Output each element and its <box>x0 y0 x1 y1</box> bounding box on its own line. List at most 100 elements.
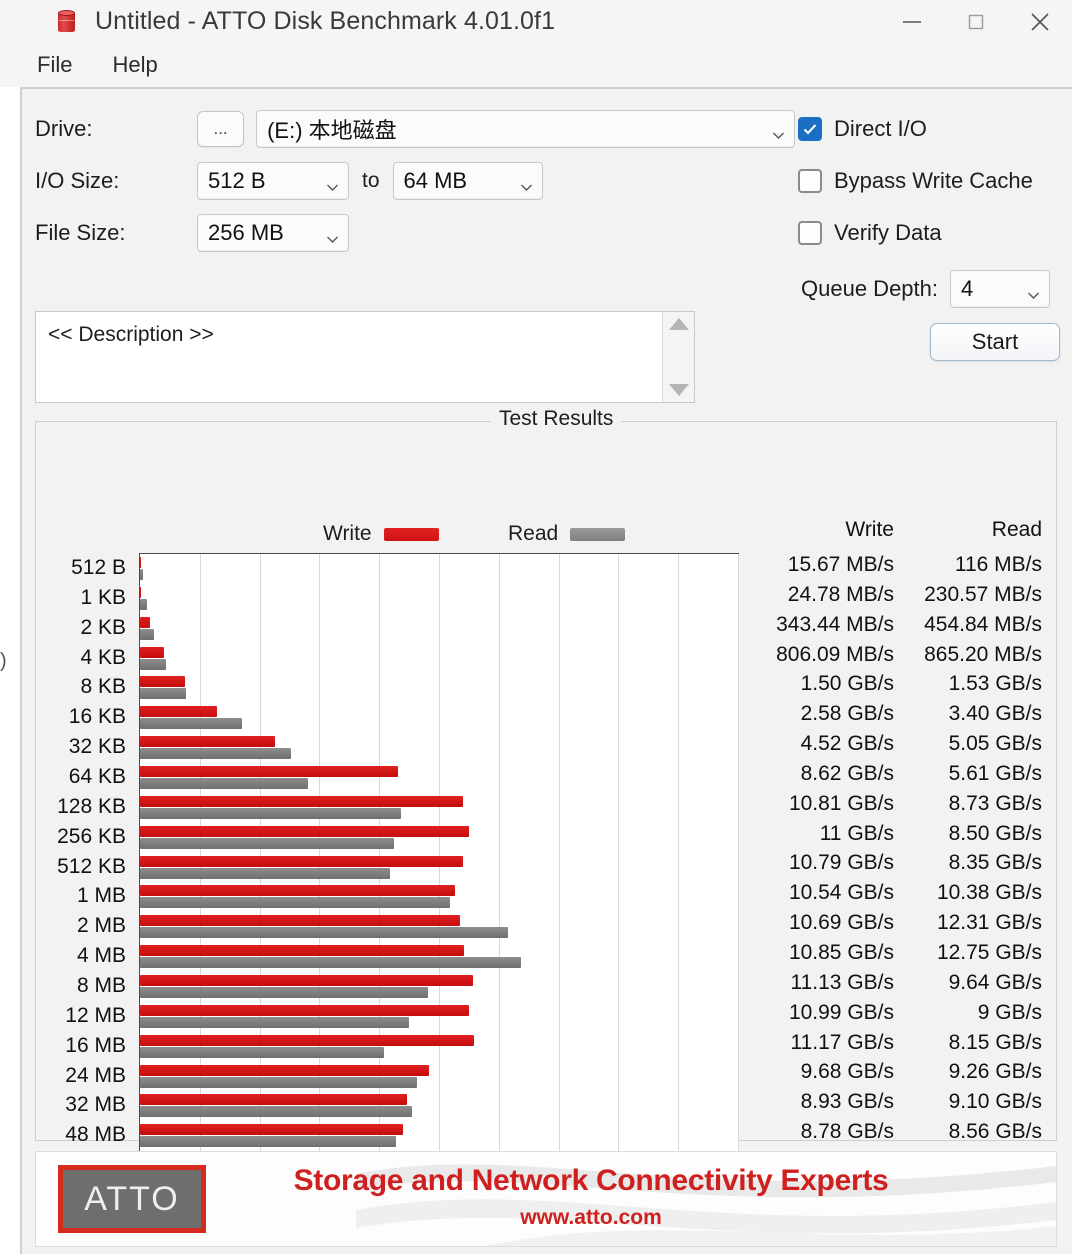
window-titlebar: Untitled - ATTO Disk Benchmark 4.01.0f1 <box>0 0 1072 43</box>
results-write-value: 9.68 GB/s <box>800 1060 894 1084</box>
file-size-label: File Size: <box>35 220 126 245</box>
table-row: 11.13 GB/s 9.64 GB/s <box>746 968 1046 998</box>
chart-bar-write <box>140 1094 407 1106</box>
results-read-header: Read <box>991 518 1042 541</box>
menu-item-file[interactable]: File <box>33 50 76 80</box>
legend-read-swatch <box>570 527 626 541</box>
atto-logo: ATTO <box>58 1165 206 1233</box>
close-button[interactable] <box>1008 0 1072 43</box>
table-row: 10.79 GB/s 8.35 GB/s <box>746 848 1046 878</box>
bypass-write-cache-row[interactable]: Bypass Write Cache <box>798 155 1050 207</box>
chart-bar-read <box>140 778 308 789</box>
start-button[interactable]: Start <box>930 323 1060 361</box>
results-read-value: 9 GB/s <box>977 1000 1042 1024</box>
banner-url: www.atto.com <box>520 1206 662 1229</box>
chart-gridline <box>498 554 500 1181</box>
io-size-row: I/O Size: 512 B to 64 MB <box>35 155 795 207</box>
results-write-value: 10.99 GB/s <box>788 1000 894 1024</box>
chart-bar-read <box>140 1016 410 1028</box>
description-text[interactable]: << Description >> <box>36 312 662 402</box>
menu-item-help[interactable]: Help <box>108 50 161 80</box>
chart-bar-write <box>140 676 185 688</box>
table-row: 806.09 MB/s 865.20 MB/s <box>746 640 1046 670</box>
scroll-up-icon[interactable] <box>668 318 689 330</box>
table-row: 10.85 GB/s 12.75 GB/s <box>746 938 1046 968</box>
chart-gridline <box>439 554 440 1181</box>
chart-bar-read <box>140 1136 396 1148</box>
io-size-label: I/O Size: <box>35 168 120 193</box>
results-read-value: 116 MB/s <box>954 553 1042 576</box>
chart-bar-write <box>140 557 142 568</box>
file-size-select[interactable]: 256 MB <box>197 214 349 252</box>
table-row: 10.69 GB/s 12.31 GB/s <box>746 908 1046 938</box>
description-scrollbar[interactable] <box>662 312 694 402</box>
results-write-value: 11 GB/s <box>819 821 894 845</box>
scroll-down-icon[interactable] <box>668 384 689 396</box>
transfer-rate-chart <box>139 553 739 1182</box>
results-read-value: 8.15 GB/s <box>948 1030 1042 1054</box>
chevron-down-icon <box>1027 282 1040 299</box>
chart-bar-write <box>140 646 165 658</box>
queue-depth-select[interactable]: 4 <box>950 270 1050 308</box>
results-write-value: 11.13 GB/s <box>790 970 894 994</box>
chart-y-tick-label: 8 MB <box>76 974 126 997</box>
results-read-value: 9.10 GB/s <box>948 1090 1042 1114</box>
chart-y-tick-label: 512 KB <box>57 854 126 878</box>
results-read-value: 5.61 GB/s <box>948 761 1042 785</box>
results-write-value: 10.85 GB/s <box>788 940 894 964</box>
chart-bar-read <box>140 1106 413 1118</box>
file-size-row: File Size: 256 MB <box>35 207 795 259</box>
description-field[interactable]: << Description >> <box>35 311 695 403</box>
results-write-value: 24.78 MB/s <box>787 582 894 606</box>
results-write-value: 343.44 MB/s <box>776 612 894 636</box>
maximize-button[interactable] <box>944 0 1008 43</box>
io-size-to-select[interactable]: 64 MB <box>392 162 543 200</box>
minimize-button[interactable] <box>880 0 944 43</box>
atto-logo-text: ATTO <box>84 1179 180 1218</box>
results-write-value: 806.09 MB/s <box>776 642 894 666</box>
chart-y-tick-label: 32 KB <box>68 735 126 759</box>
direct-io-checkbox[interactable] <box>798 117 822 141</box>
legend-read-label: Read <box>508 522 559 545</box>
table-row: 8.93 GB/s 9.10 GB/s <box>746 1087 1046 1117</box>
atto-disk-benchmark-window: Untitled - ATTO Disk Benchmark 4.01.0f1 … <box>0 0 1072 1254</box>
chart-bar-read <box>140 867 390 879</box>
io-size-from-select[interactable]: 512 B <box>197 162 349 200</box>
chart-gridline <box>738 554 739 1181</box>
chart-bar-read <box>140 598 147 610</box>
results-read-value: 865.20 MB/s <box>924 642 1042 666</box>
test-results-title: Test Results <box>491 407 622 431</box>
results-read-value: 8.73 GB/s <box>948 791 1042 815</box>
bypass-write-cache-checkbox[interactable] <box>798 169 822 193</box>
banner-tagline: Storage and Network Connectivity Experts <box>293 1164 889 1197</box>
chart-bar-write <box>140 736 276 748</box>
chart-gridline <box>618 554 620 1181</box>
direct-io-label: Direct I/O <box>834 116 927 141</box>
results-write-value: 4.52 GB/s <box>800 732 894 756</box>
results-read-value: 12.75 GB/s <box>936 940 1042 964</box>
chart-y-tick-label: 64 KB <box>68 765 126 788</box>
table-row: 11 GB/s 8.50 GB/s <box>746 819 1046 849</box>
chart-bar-write <box>140 586 142 598</box>
queue-depth-value: 4 <box>961 276 974 301</box>
chart-bar-write <box>140 855 463 867</box>
results-write-value: 8.93 GB/s <box>800 1090 894 1114</box>
chart-bar-read <box>140 569 144 580</box>
table-row: 8.78 GB/s 8.56 GB/s <box>746 1117 1046 1147</box>
verify-data-row[interactable]: Verify Data <box>798 207 1050 259</box>
chevron-down-icon <box>326 226 339 243</box>
results-read-value: 3.40 GB/s <box>948 702 1042 726</box>
drive-select[interactable]: (E:) 本地磁盘 <box>256 110 795 148</box>
direct-io-row[interactable]: Direct I/O <box>798 103 1050 155</box>
verify-data-checkbox[interactable] <box>798 221 822 245</box>
chart-y-tick-label: 48 MB <box>65 1123 126 1147</box>
table-row: 10.54 GB/s 10.38 GB/s <box>746 878 1046 908</box>
chart-y-tick-label: 1 MB <box>76 884 126 908</box>
table-row: 2.58 GB/s 3.40 GB/s <box>746 699 1046 729</box>
legend-read: Read <box>508 522 626 546</box>
chart-y-tick-label: 16 KB <box>68 705 126 729</box>
window-title: Untitled - ATTO Disk Benchmark 4.01.0f1 <box>95 7 556 35</box>
drive-browse-button[interactable]: ... <box>197 111 245 147</box>
chevron-down-icon <box>520 174 533 191</box>
results-write-value: 10.81 GB/s <box>788 791 894 815</box>
